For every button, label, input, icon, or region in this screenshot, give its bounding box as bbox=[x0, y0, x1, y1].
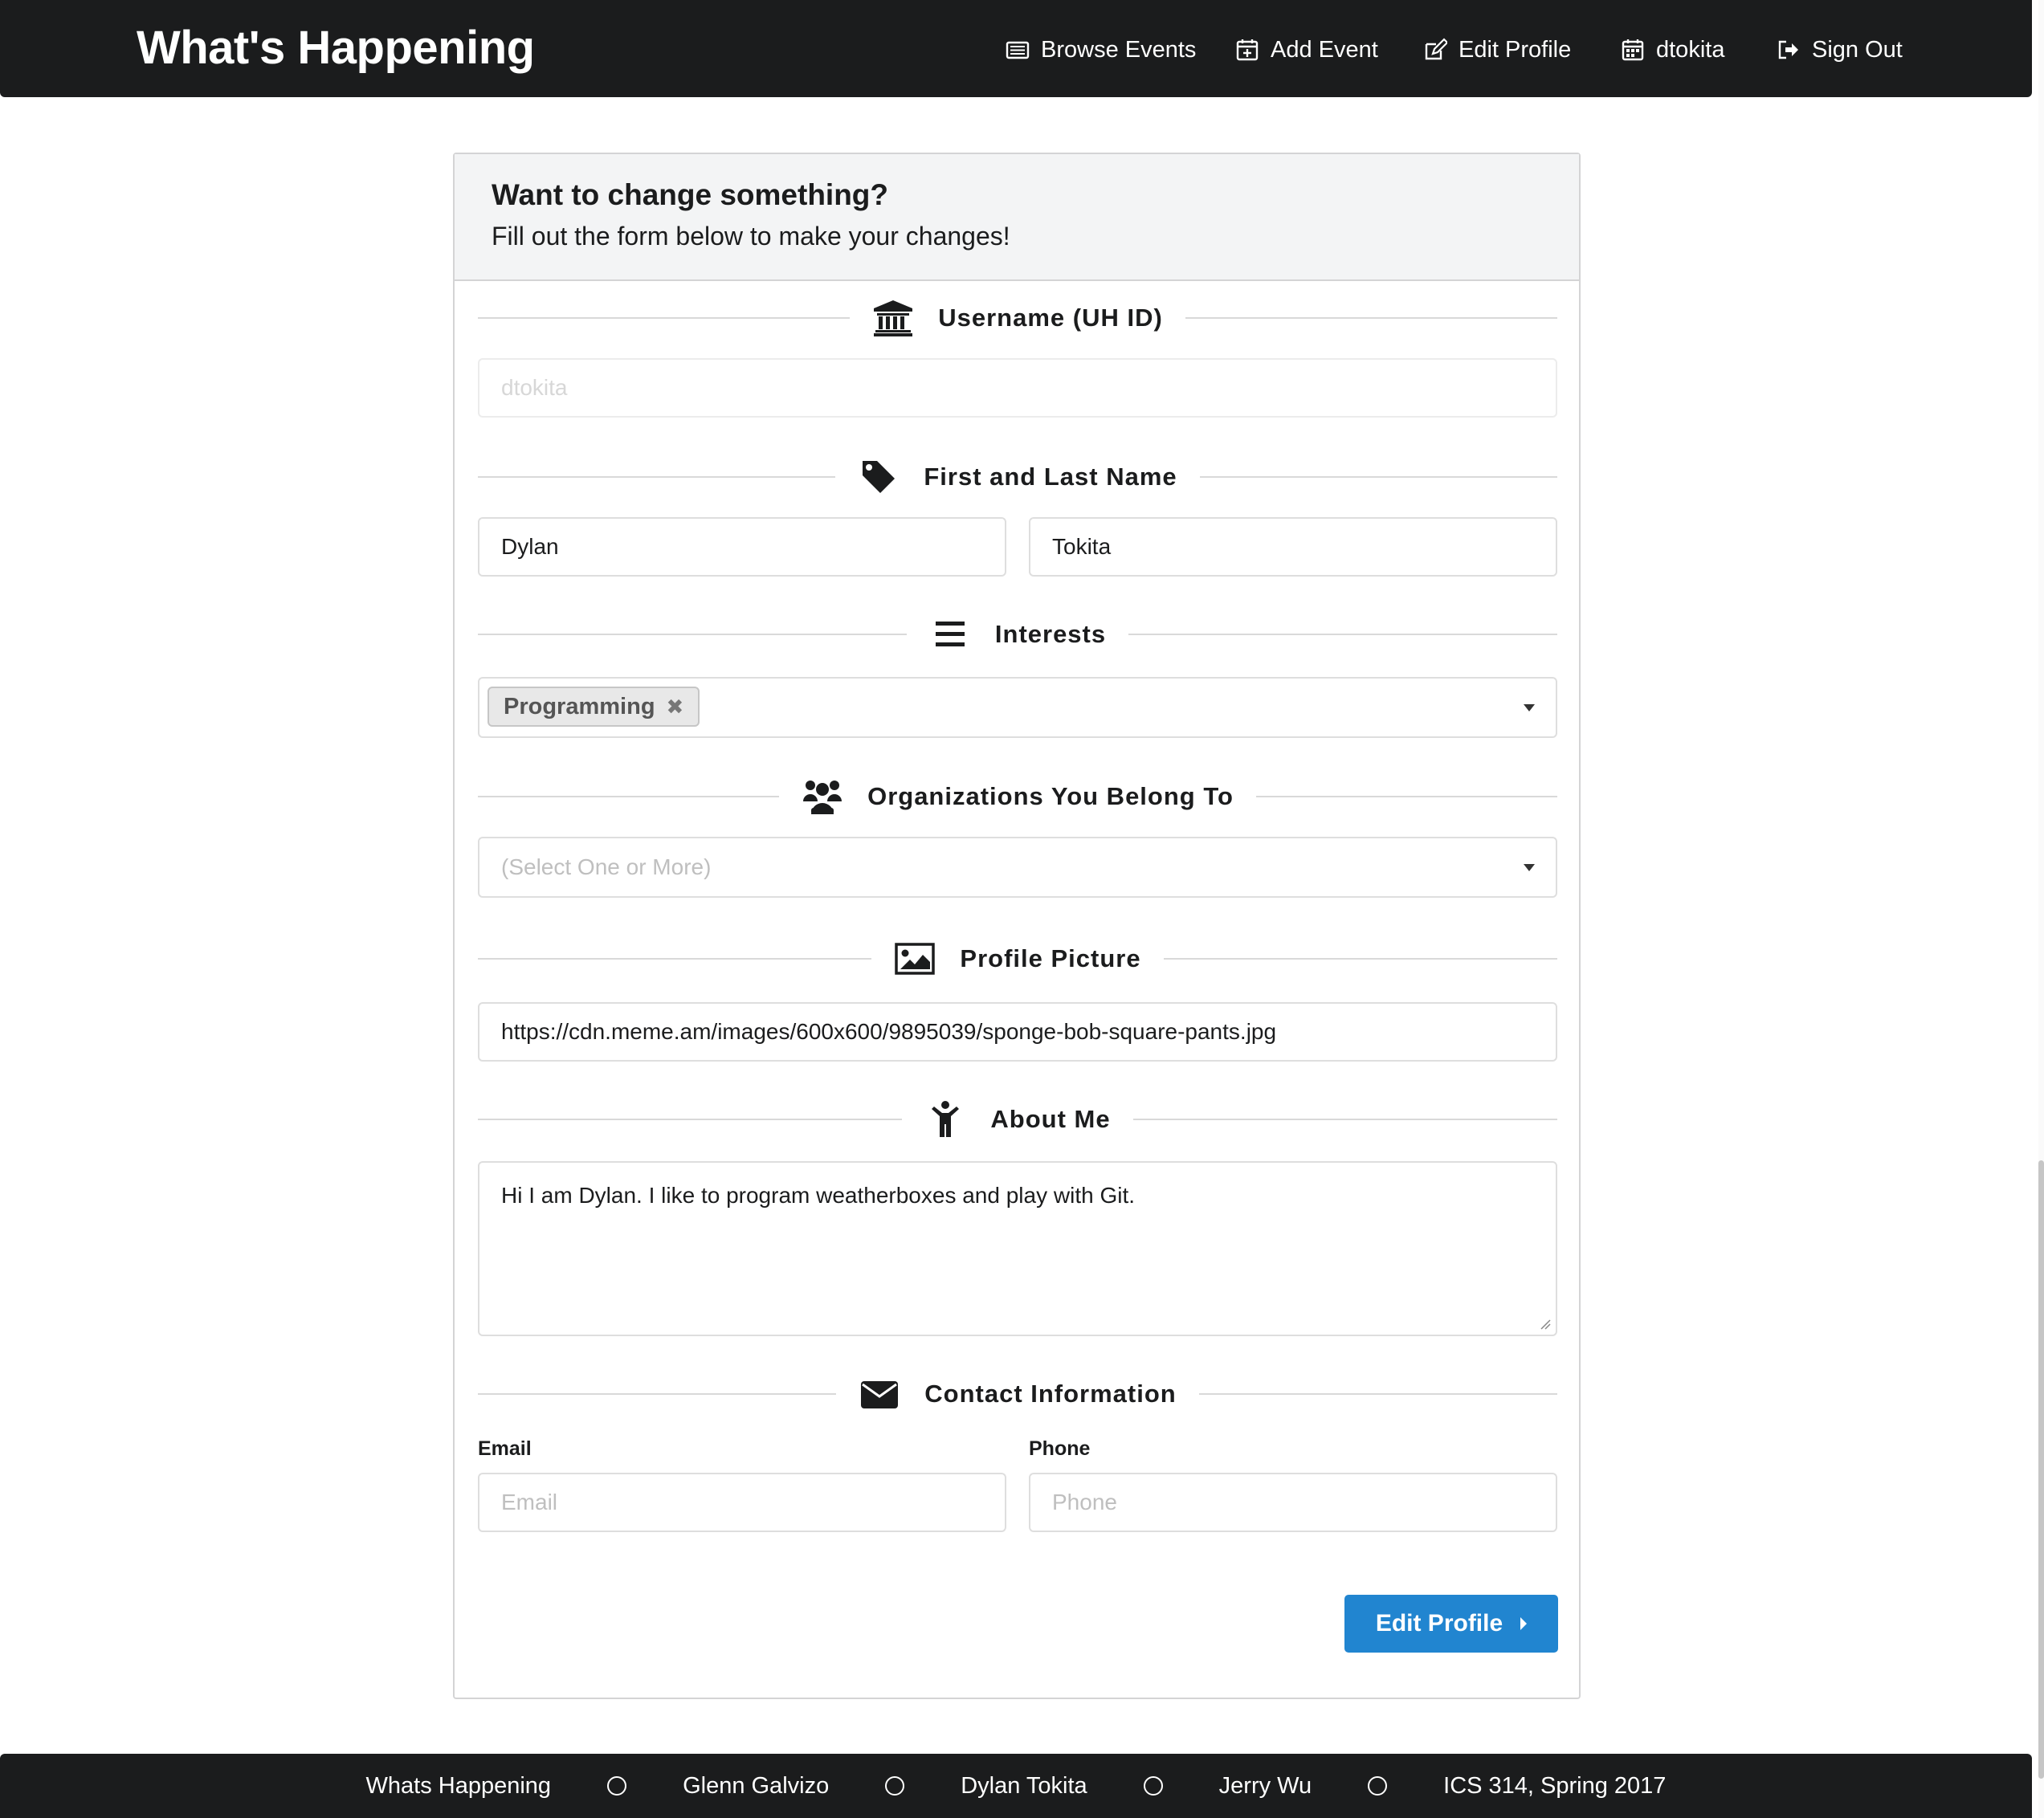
interests-select[interactable]: Programming ✖ bbox=[478, 677, 1557, 738]
name-divider: First and Last Name bbox=[478, 453, 1557, 501]
list-icon bbox=[935, 622, 965, 646]
envelope-icon bbox=[861, 1381, 899, 1408]
circle-icon bbox=[1368, 1776, 1388, 1796]
username-divider: Username (UH ID) bbox=[478, 294, 1557, 342]
phone-label: Phone bbox=[1029, 1437, 1091, 1460]
divider-line bbox=[478, 634, 907, 635]
divider-line bbox=[478, 958, 872, 960]
organizations-select[interactable]: (Select One or More) bbox=[478, 837, 1557, 898]
interests-label: Interests bbox=[994, 620, 1107, 648]
dropdown-caret-icon[interactable] bbox=[1524, 864, 1535, 871]
edit-icon bbox=[1425, 38, 1447, 60]
university-icon bbox=[874, 300, 913, 336]
nav-add-event-label: Add Event bbox=[1271, 36, 1378, 63]
brand-title[interactable]: What's Happening bbox=[137, 21, 535, 75]
interests-divider: Interests bbox=[478, 610, 1558, 658]
email-input[interactable]: Email bbox=[478, 1473, 1006, 1532]
about-me-textarea[interactable]: Hi I am Dylan. I like to program weather… bbox=[478, 1161, 1557, 1336]
tag-icon bbox=[863, 461, 896, 493]
picture-divider: Profile Picture bbox=[478, 935, 1557, 983]
nav-browse-events-label: Browse Events bbox=[1041, 36, 1197, 63]
scrollbar-thumb[interactable] bbox=[2038, 1160, 2044, 1779]
divider-line bbox=[478, 317, 851, 319]
edit-profile-button[interactable]: Edit Profile bbox=[1344, 1595, 1558, 1653]
circle-icon bbox=[885, 1776, 905, 1796]
divider-line bbox=[1199, 476, 1557, 478]
organizations-placeholder: (Select One or More) bbox=[501, 854, 712, 879]
nav-edit-profile-label: Edit Profile bbox=[1459, 36, 1572, 63]
footer-course: ICS 314, Spring 2017 bbox=[1443, 1772, 1667, 1799]
footer-author: Dylan Tokita bbox=[961, 1772, 1087, 1799]
first-name-input[interactable]: Dylan bbox=[478, 517, 1006, 577]
picture-label: Profile Picture bbox=[960, 944, 1141, 972]
circle-icon bbox=[1143, 1776, 1163, 1796]
last-name-input[interactable]: Tokita bbox=[1029, 517, 1557, 577]
divider-line bbox=[478, 1119, 903, 1120]
sign-out-icon bbox=[1778, 40, 1798, 59]
divider-line bbox=[1132, 1119, 1558, 1120]
footer: Whats Happening Glenn Galvizo Dylan Toki… bbox=[0, 1754, 2032, 1818]
about-me-text: Hi I am Dylan. I like to program weather… bbox=[501, 1183, 1136, 1208]
footer-author: Glenn Galvizo bbox=[683, 1772, 830, 1799]
profile-picture-input[interactable]: https://cdn.meme.am/images/600x600/98950… bbox=[478, 1002, 1557, 1062]
image-icon bbox=[895, 943, 936, 975]
divider-line bbox=[478, 1393, 837, 1395]
interest-chip: Programming ✖ bbox=[488, 687, 700, 727]
username-input: dtokita bbox=[478, 358, 1557, 418]
card-title: Want to change something? bbox=[492, 178, 889, 211]
username-label: Username (UH ID) bbox=[938, 304, 1163, 332]
about-divider: About Me bbox=[478, 1095, 1558, 1143]
organizations-divider: Organizations You Belong To bbox=[478, 772, 1557, 821]
nav-user-label: dtokita bbox=[1656, 36, 1725, 63]
top-navbar: What's Happening Browse Events Add Event… bbox=[0, 0, 2032, 97]
calendar-icon bbox=[1622, 39, 1644, 61]
circle-icon bbox=[607, 1776, 627, 1796]
name-label: First and Last Name bbox=[924, 463, 1177, 491]
resize-handle-icon[interactable] bbox=[1540, 1319, 1551, 1330]
divider-line bbox=[1128, 634, 1558, 635]
card-subtitle: Fill out the form below to make your cha… bbox=[492, 222, 1010, 251]
phone-input[interactable]: Phone bbox=[1029, 1473, 1557, 1532]
about-label: About Me bbox=[990, 1105, 1111, 1133]
footer-author: Jerry Wu bbox=[1218, 1772, 1312, 1799]
email-label: Email bbox=[478, 1437, 532, 1460]
nav-sign-out-label: Sign Out bbox=[1812, 36, 1903, 63]
card-header: Want to change something? Fill out the f… bbox=[455, 154, 1579, 281]
remove-chip-icon[interactable]: ✖ bbox=[667, 695, 684, 719]
divider-line bbox=[478, 796, 780, 797]
caret-right-icon bbox=[1520, 1617, 1528, 1630]
users-icon bbox=[803, 781, 842, 814]
nav-add-event[interactable]: Add Event bbox=[1235, 32, 1378, 67]
contact-label: Contact Information bbox=[924, 1380, 1177, 1408]
organizations-label: Organizations You Belong To bbox=[867, 782, 1234, 810]
edit-profile-card: Want to change something? Fill out the f… bbox=[453, 153, 1581, 1699]
nav-sign-out[interactable]: Sign Out bbox=[1777, 32, 1903, 67]
nav-user-dtokita[interactable]: dtokita bbox=[1621, 32, 1724, 67]
divider-line bbox=[1255, 796, 1557, 797]
nav-edit-profile[interactable]: Edit Profile bbox=[1423, 32, 1571, 67]
divider-line bbox=[478, 476, 836, 478]
footer-app-name: Whats Happening bbox=[365, 1772, 552, 1799]
nav-browse-events[interactable]: Browse Events bbox=[1006, 32, 1196, 67]
newspaper-icon bbox=[1006, 41, 1030, 59]
interest-chip-label: Programming bbox=[504, 693, 655, 719]
calendar-plus-icon bbox=[1236, 39, 1259, 61]
divider-line bbox=[1185, 317, 1557, 319]
edit-profile-button-label: Edit Profile bbox=[1375, 1610, 1503, 1637]
child-icon bbox=[932, 1101, 960, 1137]
contact-divider: Contact Information bbox=[478, 1370, 1557, 1418]
divider-line bbox=[1163, 958, 1557, 960]
dropdown-caret-icon[interactable] bbox=[1524, 704, 1535, 711]
divider-line bbox=[1198, 1393, 1557, 1395]
